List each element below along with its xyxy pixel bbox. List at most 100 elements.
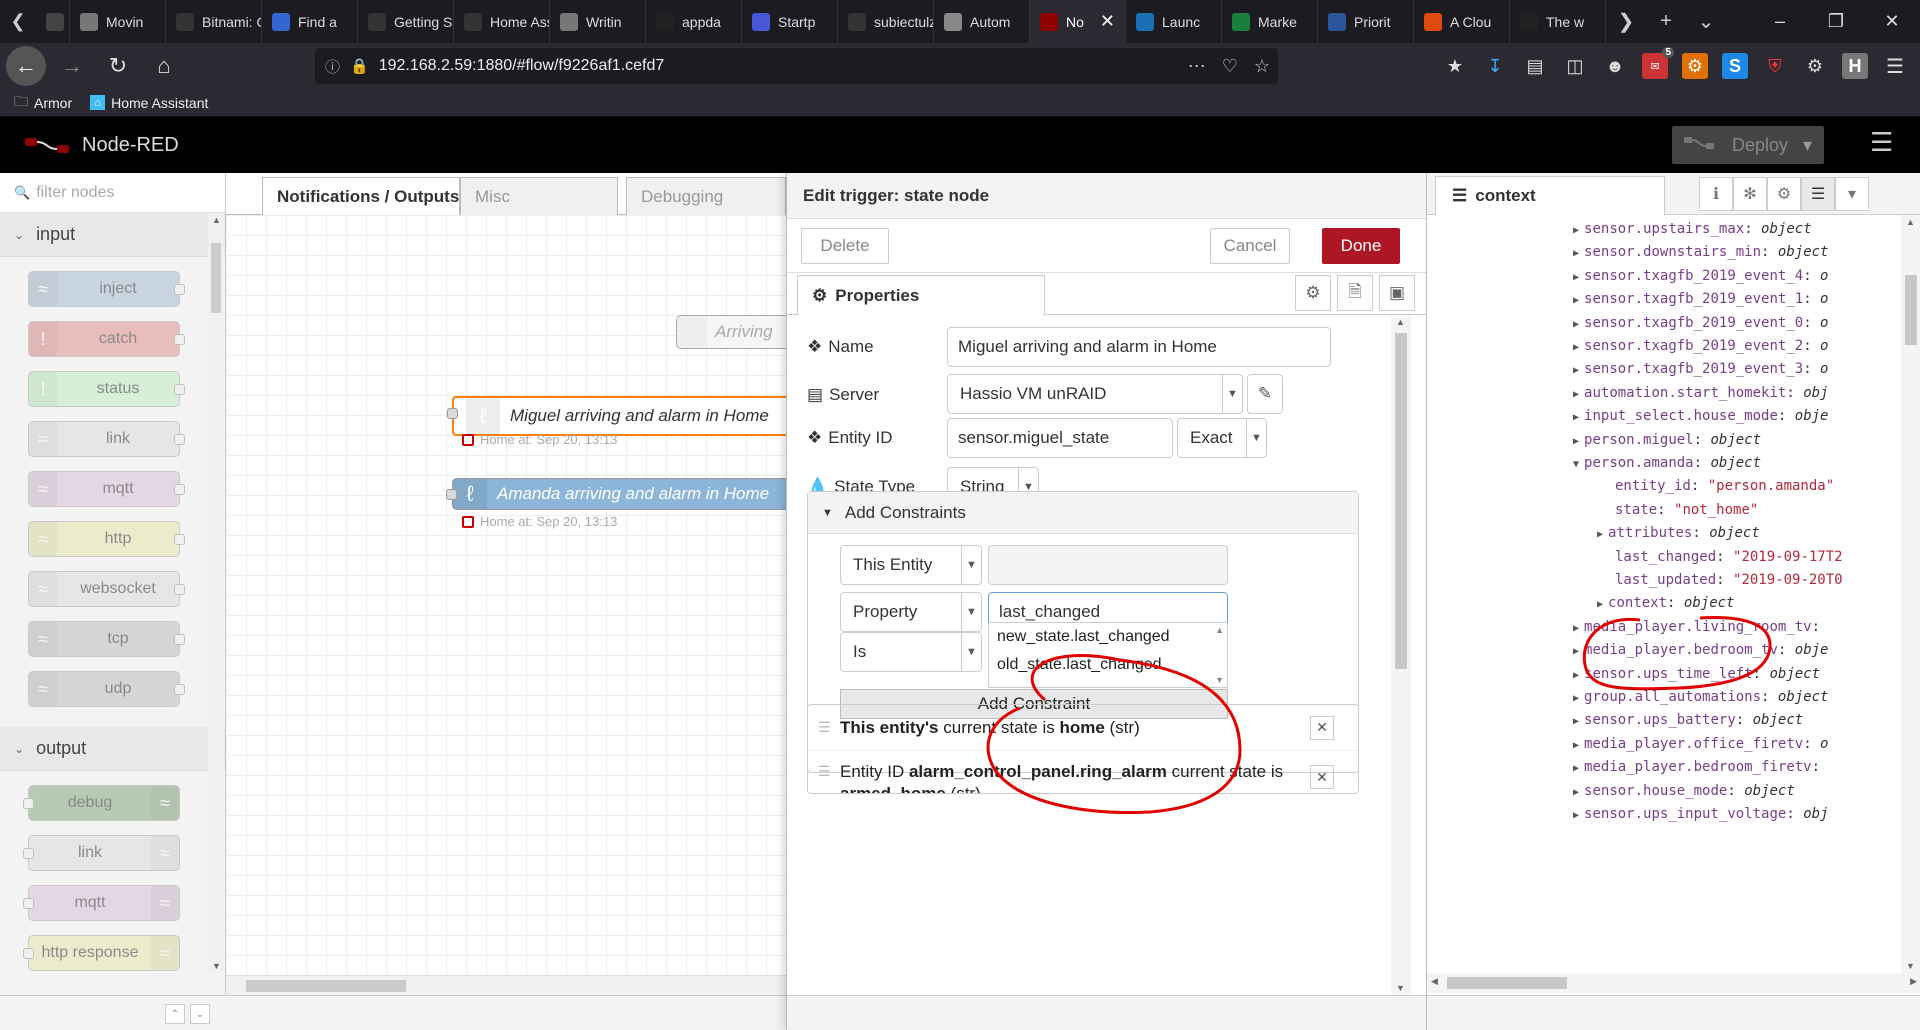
context-entry[interactable]: ▶ media_player.bedroom_tv: obje [1573,642,1828,658]
forward-arrow-icon[interactable]: → [52,46,92,86]
context-entry[interactable]: ▶ automation.start_homekit: obj [1573,385,1828,401]
home-icon[interactable]: ⌂ [144,46,184,86]
autocomplete-scroll-up-icon[interactable]: ▲ [1215,625,1224,635]
palette-scrollbar[interactable]: ▲ ▼ [208,213,224,973]
gear-extension-icon[interactable]: ⚙ [1682,53,1708,79]
tab-context[interactable]: ☰ context [1435,176,1665,216]
scroll-down-icon[interactable]: ▼ [1906,961,1915,971]
puzzle-extension-icon[interactable]: ⚙ [1802,53,1828,79]
palette-node-websocket[interactable]: ≈ websocket [28,571,185,607]
context-database-icon[interactable]: ☰ [1801,177,1835,211]
browser-tab[interactable]: Movin [70,0,166,43]
debug-bug-icon[interactable]: ✻ [1733,177,1767,211]
collapsed-triangle-icon[interactable]: ▶ [1573,646,1579,657]
browser-tab[interactable]: Autom [934,0,1030,43]
constraint-property-select[interactable]: Property ▼ [840,592,982,632]
entity-match-select[interactable]: Exact ▼ [1177,418,1267,458]
collapsed-triangle-icon[interactable]: ▶ [1573,248,1579,259]
collapsed-triangle-icon[interactable]: ▶ [1573,787,1579,798]
node-input-port[interactable] [447,408,458,419]
close-window-icon[interactable]: ✕ [1864,11,1920,32]
edit-server-button[interactable]: ✎ [1247,374,1283,414]
h-extension-icon[interactable]: H [1842,53,1868,79]
autocomplete-option[interactable]: new_state.last_changed [989,623,1227,651]
autocomplete-scroll-down-icon[interactable]: ▼ [1215,675,1224,685]
context-entry[interactable]: ▶ sensor.txagfb_2019_event_4: o [1573,268,1828,284]
pocket-icon[interactable]: ♡ [1222,56,1238,77]
info-icon[interactable]: ℹ [1699,177,1733,211]
tab-misc[interactable]: Misc [460,177,618,215]
palette-node-udp[interactable]: ≈ udp [28,671,185,707]
close-tab-icon[interactable]: ✕ [1100,11,1115,32]
delete-button[interactable]: Delete [801,228,889,264]
account-icon[interactable]: ☻ [1602,53,1628,79]
browser-tab[interactable]: Writin [550,0,646,43]
context-entry[interactable]: state: "not_home" [1615,502,1758,518]
context-entry[interactable]: ▶ sensor.ups_input_voltage: obj [1573,806,1828,822]
scroll-down-icon[interactable]: ▼ [1396,983,1405,993]
collapsed-triangle-icon[interactable]: ▶ [1573,740,1579,751]
autocomplete-option[interactable]: old_state.last_changed [989,651,1227,679]
context-h-scrollbar[interactable]: ◀ ▶ [1427,973,1920,993]
done-button[interactable]: Done [1322,228,1400,264]
tab-list-chevron-icon[interactable]: ⌄ [1686,9,1726,34]
context-entry[interactable]: ▶ sensor.txagfb_2019_event_1: o [1573,291,1828,307]
context-entry[interactable]: ▶ group.all_automations: object [1573,689,1828,705]
cancel-button[interactable]: Cancel [1210,228,1290,264]
url-bar[interactable]: ⓘ 🔒 192.168.2.59:1880/#flow/f9226af1.cef… [315,48,1278,84]
collapsed-triangle-icon[interactable]: ▶ [1573,272,1579,283]
browser-tab[interactable]: A Clou [1414,0,1510,43]
palette-node-debug[interactable]: ≈ debug [23,785,180,821]
drag-handle-icon[interactable]: ☰ [818,763,831,780]
node-red-menu-icon[interactable]: ☰ [1870,127,1893,158]
browser-tab[interactable]: Startp [742,0,838,43]
scroll-up-icon[interactable]: ▲ [212,215,221,225]
context-entry[interactable]: ▶ sensor.ups_time_left: object [1573,666,1820,682]
sidebar-icon[interactable]: ◫ [1562,53,1588,79]
collapsed-triangle-icon[interactable]: ▶ [1573,365,1579,376]
scroll-thumb[interactable] [211,243,221,313]
reading-list-icon[interactable]: ★ [1442,53,1468,79]
palette-node-http-response[interactable]: ≈ http response [23,935,180,971]
back-arrow-icon[interactable]: ← [6,46,46,86]
browser-tab[interactable]: subiectulz [838,0,934,43]
tab-notifications-outputs[interactable]: Notifications / Outputs [262,177,460,215]
palette-category-input[interactable]: ⌄ input [0,213,225,257]
context-entry[interactable]: ▶ media_player.bedroom_firetv: [1573,759,1820,775]
tab-properties[interactable]: ⚙ Properties [797,275,1045,316]
delete-constraint-icon[interactable]: ✕ [1310,715,1334,740]
browser-tab[interactable]: No ✕ [1030,0,1126,43]
collapsed-triangle-icon[interactable]: ▶ [1573,763,1579,774]
collapsed-triangle-icon[interactable]: ▶ [1573,319,1579,330]
collapsed-triangle-icon[interactable]: ▶ [1573,716,1579,727]
palette-category-output[interactable]: ⌄ output [0,727,225,771]
workspace-h-scrollbar[interactable] [226,975,786,995]
context-entry[interactable]: ▶ sensor.ups_battery: object [1573,712,1803,728]
collapsed-triangle-icon[interactable]: ▶ [1597,529,1603,540]
context-entry[interactable]: ▶ context: object [1597,595,1734,611]
constraint-target-select[interactable]: This Entity ▼ [840,545,982,585]
scroll-up-icon[interactable]: ▲ [1906,217,1915,227]
palette-node-inject[interactable]: ≈ inject [28,271,185,307]
restore-icon[interactable]: ❐ [1808,11,1864,32]
info-icon[interactable]: ⓘ [325,56,340,77]
constraint-item[interactable]: ☰ This entity's current state is home (s… [808,705,1358,751]
collapsed-triangle-icon[interactable]: ▶ [1573,342,1579,353]
palette-node-mqtt[interactable]: ≈ mqtt [28,471,185,507]
collapsed-triangle-icon[interactable]: ▶ [1573,412,1579,423]
settings-gear-icon[interactable]: ⚙ [1295,275,1331,311]
constraint-comparator-select[interactable]: Is ▼ [840,632,982,672]
palette-node-link[interactable]: ≈ link [28,421,185,457]
flow-canvas[interactable]: Arriving ℓ Miguel arriving and alarm in … [226,215,786,975]
context-entry[interactable]: last_changed: "2019-09-17T2 [1615,549,1843,565]
context-entry[interactable]: ▶ sensor.txagfb_2019_event_0: o [1573,315,1828,331]
palette-filter[interactable]: 🔍 filter nodes [0,173,225,213]
scroll-thumb[interactable] [246,980,406,992]
collapsed-triangle-icon[interactable]: ▶ [1573,693,1579,704]
reload-icon[interactable]: ↻ [98,46,138,86]
insecure-lock-icon[interactable]: 🔒 [350,57,369,75]
palette-node-mqtt[interactable]: ≈ mqtt [23,885,180,921]
entity-id-input[interactable]: sensor.miguel_state [947,418,1173,458]
name-input[interactable]: Miguel arriving and alarm in Home [947,327,1331,367]
s-extension-icon[interactable]: S [1722,53,1748,79]
